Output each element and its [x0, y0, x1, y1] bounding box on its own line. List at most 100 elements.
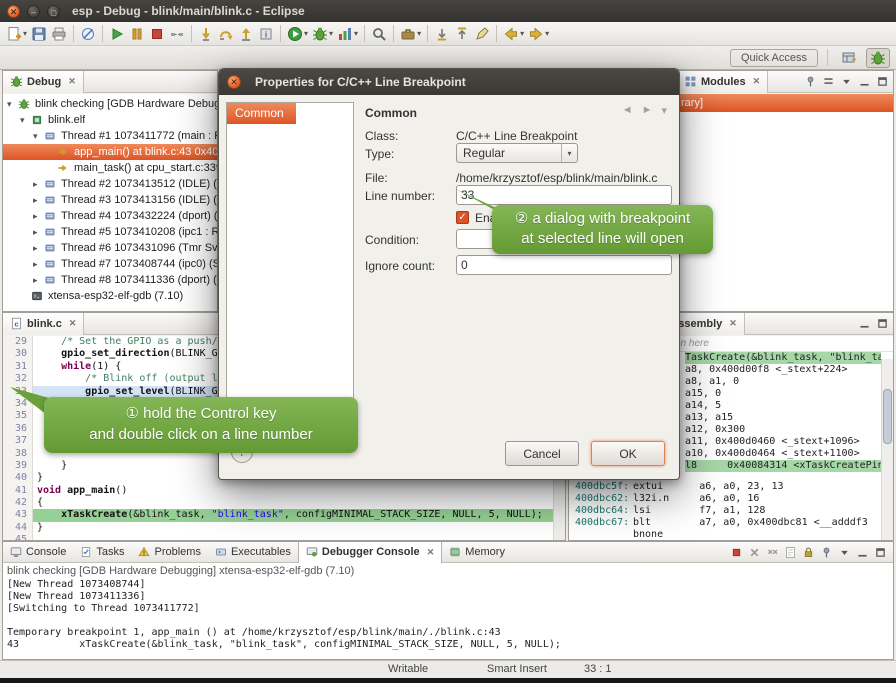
pin-view-icon[interactable]	[802, 74, 818, 90]
coverage-button[interactable]	[335, 24, 360, 44]
tree-twistie-icon[interactable]: ▸	[33, 211, 44, 222]
code-line[interactable]: 43 xTaskCreate(&blink_task, "blink_task"…	[3, 509, 565, 521]
module-item-selected[interactable]: rary]	[677, 94, 893, 112]
tree-twistie-icon[interactable]: ▸	[33, 259, 44, 270]
close-icon[interactable]	[69, 318, 77, 329]
last-edit-location-button[interactable]	[472, 24, 492, 44]
run-button[interactable]	[285, 24, 310, 44]
dropdown-arrow-icon[interactable]	[354, 29, 358, 38]
minimize-icon[interactable]	[854, 544, 870, 560]
view-menu-icon[interactable]	[836, 544, 852, 560]
debug-tree-item[interactable]: main_task() at cpu_start.c:339 0x4	[3, 160, 217, 176]
console-tab-tasks[interactable]: Tasks	[73, 542, 131, 563]
remove-launch-icon[interactable]	[746, 544, 762, 560]
tree-twistie-icon[interactable]: ▸	[33, 227, 44, 238]
line-number-input[interactable]	[456, 185, 672, 205]
console-tab-problems[interactable]: Problems	[131, 542, 207, 563]
maximize-icon[interactable]	[874, 316, 890, 332]
step-over-button[interactable]	[216, 24, 236, 44]
tree-twistie-icon[interactable]: ▾	[33, 131, 44, 142]
maximize-icon[interactable]	[874, 74, 890, 90]
terminate-button[interactable]	[147, 24, 167, 44]
skip-all-breakpoints-button[interactable]	[78, 24, 98, 44]
debug-tree-item[interactable]: ▾blink checking [GDB Hardware Debug	[3, 96, 217, 112]
line-number[interactable]: 32	[3, 373, 33, 385]
code-line[interactable]: 45	[3, 534, 565, 540]
dropdown-arrow-icon[interactable]	[304, 29, 308, 38]
open-perspective-icon[interactable]	[837, 48, 861, 68]
debug-tree-item[interactable]: app_main() at blink.c:43 0x400db	[3, 144, 217, 160]
line-number[interactable]: 33	[3, 386, 33, 398]
debug-tree-item[interactable]: ▸Thread #6 1073431096 (Tmr Svc) (S	[3, 240, 217, 256]
scroll-lock-icon[interactable]	[800, 544, 816, 560]
code-line[interactable]: 44}	[3, 522, 565, 534]
debug-tree-item[interactable]: xtensa-esp32-elf-gdb (7.10)	[3, 288, 217, 304]
console-output[interactable]: blink checking [GDB Hardware Debugging] …	[3, 563, 893, 659]
line-number[interactable]: 40	[3, 472, 33, 484]
tree-twistie-icon[interactable]: ▾	[20, 115, 31, 126]
next-annotation-button[interactable]	[432, 24, 452, 44]
window-close-button[interactable]	[7, 5, 20, 18]
dropdown-arrow-icon[interactable]	[23, 29, 27, 38]
maximize-icon[interactable]	[872, 544, 888, 560]
scrollbar-thumb[interactable]	[883, 389, 892, 444]
window-maximize-button[interactable]	[47, 5, 60, 18]
debug-tree-item[interactable]: ▸Thread #7 1073408744 (ipc0) (Susp	[3, 256, 217, 272]
external-tools-button[interactable]	[398, 24, 423, 44]
enabled-checkbox[interactable]	[456, 211, 469, 224]
line-number[interactable]: 38	[3, 448, 33, 460]
line-number[interactable]: 37	[3, 435, 33, 447]
tree-twistie-icon[interactable]: ▾	[7, 99, 18, 110]
instruction-stepping-button[interactable]: i	[256, 24, 276, 44]
menu-arrow-icon[interactable]	[661, 104, 667, 117]
debug-tree-item[interactable]: ▸Thread #4 1073432224 (dport) (Sus	[3, 208, 217, 224]
line-number[interactable]: 43	[3, 509, 33, 521]
debug-tree-item[interactable]: ▸Thread #5 1073410208 (ipc1 : Runni	[3, 224, 217, 240]
search-button[interactable]	[369, 24, 389, 44]
tree-twistie-icon[interactable]: ▸	[33, 195, 44, 206]
back-icon[interactable]	[622, 104, 633, 117]
collapse-all-icon[interactable]	[820, 74, 836, 90]
view-menu-icon[interactable]	[838, 74, 854, 90]
debug-view-tab[interactable]: Debug	[3, 71, 84, 93]
debug-tree-item[interactable]: ▸Thread #3 1073413156 (IDLE) (Susp	[3, 192, 217, 208]
dialog-close-button[interactable]	[227, 75, 241, 89]
debug-perspective-icon[interactable]	[866, 48, 890, 68]
ok-button[interactable]: OK	[591, 441, 665, 466]
window-minimize-button[interactable]	[27, 5, 40, 18]
console-tab-debugger-console[interactable]: Debugger Console	[298, 542, 442, 563]
print-button[interactable]	[49, 24, 69, 44]
line-number[interactable]: 35	[3, 410, 33, 422]
step-return-button[interactable]	[236, 24, 256, 44]
suspend-button[interactable]	[127, 24, 147, 44]
new-wizard-button[interactable]	[4, 24, 29, 44]
pin-console-icon[interactable]	[818, 544, 834, 560]
quick-access-button[interactable]: Quick Access	[730, 49, 818, 67]
line-number[interactable]: 44	[3, 522, 33, 534]
minimize-icon[interactable]	[856, 74, 872, 90]
minimize-icon[interactable]	[856, 316, 872, 332]
debug-tree-item[interactable]: ▸Thread #8 1073411336 (dport) (Sus	[3, 272, 217, 288]
modules-view-tab[interactable]: Modules	[677, 71, 768, 93]
chevron-down-icon[interactable]	[561, 144, 577, 162]
close-icon[interactable]	[68, 76, 76, 87]
step-into-button[interactable]	[196, 24, 216, 44]
line-number[interactable]: 42	[3, 497, 33, 509]
line-number[interactable]: 39	[3, 460, 33, 472]
cancel-button[interactable]: Cancel	[505, 441, 579, 466]
previous-annotation-button[interactable]	[452, 24, 472, 44]
line-number[interactable]: 41	[3, 485, 33, 497]
forward-button[interactable]	[526, 24, 551, 44]
code-line[interactable]: 41void app_main()	[3, 485, 565, 497]
dropdown-arrow-icon[interactable]	[417, 29, 421, 38]
disassembly-scrollbar[interactable]	[881, 359, 893, 540]
dropdown-arrow-icon[interactable]	[520, 29, 524, 38]
debug-tree-item[interactable]: ▸Thread #2 1073413512 (IDLE) (Susp	[3, 176, 217, 192]
close-icon[interactable]	[729, 318, 737, 329]
tree-twistie-icon[interactable]: ▸	[33, 179, 44, 190]
type-select[interactable]: Regular	[456, 143, 578, 163]
category-item-common[interactable]: Common	[227, 103, 296, 124]
forward-icon[interactable]	[642, 104, 653, 117]
tree-twistie-icon[interactable]: ▸	[33, 275, 44, 286]
save-button[interactable]	[29, 24, 49, 44]
